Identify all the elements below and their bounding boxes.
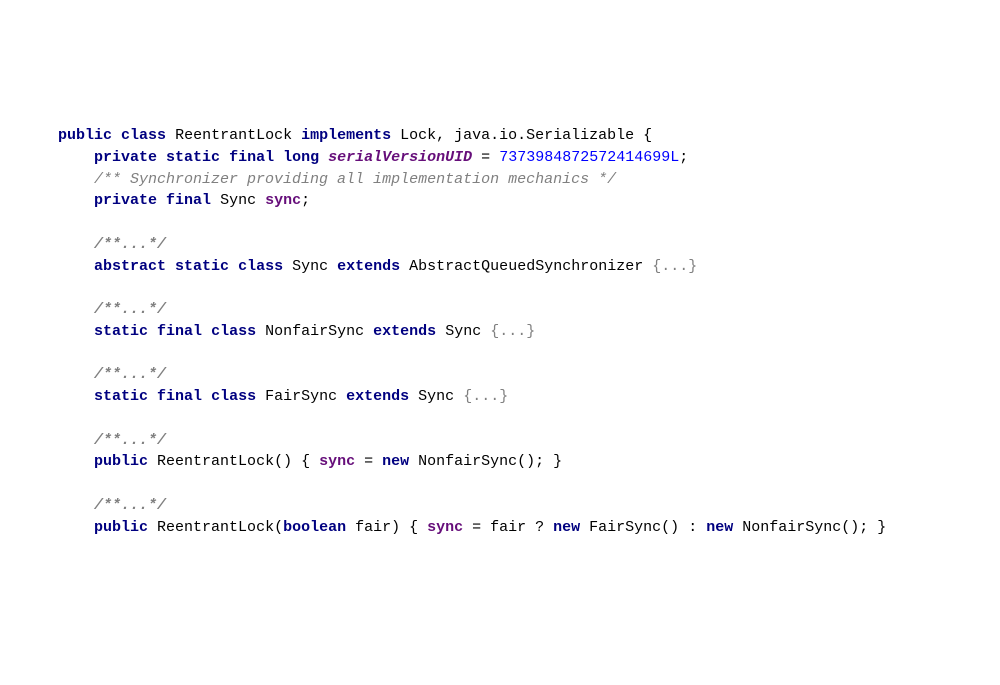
keyword-private: private <box>94 149 157 166</box>
keyword-public: public <box>58 127 112 144</box>
parent-class: AbstractQueuedSynchronizer <box>409 258 643 275</box>
ternary: = fair ? <box>463 519 553 536</box>
keyword-class: class <box>211 388 256 405</box>
line-8: static final class NonfairSync extends S… <box>58 323 535 340</box>
equals: = <box>472 149 499 166</box>
equals: = <box>355 453 382 470</box>
class-ref: NonfairSync(); } <box>733 519 886 536</box>
keyword-class: class <box>211 323 256 340</box>
keyword-final: final <box>157 323 202 340</box>
keyword-extends: extends <box>373 323 436 340</box>
line-13: /**...*/ <box>58 497 166 514</box>
class-name: ReentrantLock <box>175 127 292 144</box>
keyword-implements: implements <box>301 127 391 144</box>
doc-comment: /**...*/ <box>94 497 166 514</box>
class-name: NonfairSync <box>265 323 364 340</box>
line-2: private static final long serialVersionU… <box>58 149 688 166</box>
keyword-public: public <box>94 453 148 470</box>
field-sync: sync <box>265 192 301 209</box>
number-literal: 7373984872572414699L <box>499 149 679 166</box>
keyword-new: new <box>706 519 733 536</box>
keyword-class: class <box>121 127 166 144</box>
class-ref: FairSync() : <box>580 519 706 536</box>
doc-comment: /**...*/ <box>94 366 166 383</box>
keyword-private: private <box>94 192 157 209</box>
line-1: public class ReentrantLock implements Lo… <box>58 127 652 144</box>
parent-class: Sync <box>418 388 454 405</box>
field-sync: sync <box>427 519 463 536</box>
keyword-static: static <box>166 149 220 166</box>
line-4: private final Sync sync; <box>58 192 310 209</box>
field-serialversionuid: serialVersionUID <box>328 149 472 166</box>
doc-comment: /**...*/ <box>94 236 166 253</box>
keyword-static: static <box>94 388 148 405</box>
constructor: ReentrantLock() <box>157 453 292 470</box>
code-block: public class ReentrantLock implements Lo… <box>58 125 942 538</box>
constructor: ReentrantLock( <box>157 519 283 536</box>
keyword-extends: extends <box>346 388 409 405</box>
class-ref: NonfairSync(); } <box>409 453 562 470</box>
doc-comment: /**...*/ <box>94 301 166 318</box>
type-sync: Sync <box>220 192 256 209</box>
fold-marker[interactable]: {...} <box>652 258 697 275</box>
brace: { <box>400 519 427 536</box>
doc-comment: /** Synchronizer providing all implement… <box>94 171 616 188</box>
fold-marker[interactable]: {...} <box>463 388 508 405</box>
doc-comment: /**...*/ <box>94 432 166 449</box>
keyword-static: static <box>175 258 229 275</box>
field-sync: sync <box>319 453 355 470</box>
keyword-extends: extends <box>337 258 400 275</box>
keyword-static: static <box>94 323 148 340</box>
interfaces: Lock, java.io.Serializable { <box>400 127 652 144</box>
keyword-final: final <box>229 149 274 166</box>
keyword-public: public <box>94 519 148 536</box>
line-5: /**...*/ <box>58 236 166 253</box>
keyword-final: final <box>157 388 202 405</box>
class-name: FairSync <box>265 388 337 405</box>
keyword-boolean: boolean <box>283 519 346 536</box>
keyword-class: class <box>238 258 283 275</box>
line-9: /**...*/ <box>58 366 166 383</box>
line-14: public ReentrantLock(boolean fair) { syn… <box>58 519 886 536</box>
keyword-long: long <box>283 149 319 166</box>
parent-class: Sync <box>445 323 481 340</box>
line-12: public ReentrantLock() { sync = new Nonf… <box>58 453 562 470</box>
keyword-final: final <box>166 192 211 209</box>
line-3: /** Synchronizer providing all implement… <box>58 171 616 188</box>
keyword-abstract: abstract <box>94 258 166 275</box>
semicolon: ; <box>679 149 688 166</box>
line-11: /**...*/ <box>58 432 166 449</box>
line-7: /**...*/ <box>58 301 166 318</box>
keyword-new: new <box>553 519 580 536</box>
semicolon: ; <box>301 192 310 209</box>
line-10: static final class FairSync extends Sync… <box>58 388 508 405</box>
class-name: Sync <box>292 258 328 275</box>
param-name: fair) <box>346 519 400 536</box>
keyword-new: new <box>382 453 409 470</box>
brace: { <box>292 453 319 470</box>
line-6: abstract static class Sync extends Abstr… <box>58 258 697 275</box>
fold-marker[interactable]: {...} <box>490 323 535 340</box>
